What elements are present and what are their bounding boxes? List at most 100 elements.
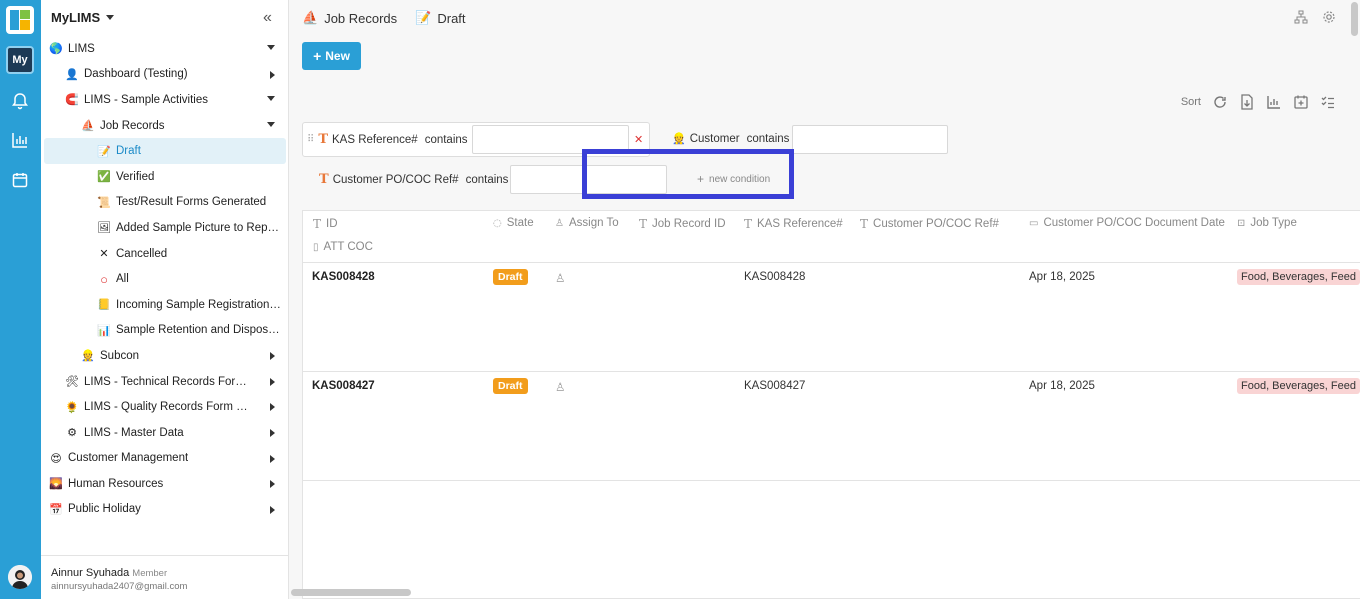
user-info[interactable]: Ainnur Syuhada Member ainnursyuhada2407@g… <box>41 555 289 599</box>
bell-icon[interactable] <box>11 92 29 110</box>
sidebar-item-incoming-sample-registration[interactable]: 📒 Incoming Sample Registration ... <box>41 292 289 318</box>
chevron-right-icon[interactable] <box>270 480 275 489</box>
column-job-type[interactable]: ⊡ Job Type <box>1237 217 1297 229</box>
calendar-add-icon[interactable] <box>1293 94 1309 110</box>
text-type-icon: T <box>639 217 648 231</box>
sidebar-item-human-resources[interactable]: 🌄 Human Resources <box>41 471 289 497</box>
sidebar-item-label: Incoming Sample Registration ... <box>116 298 281 311</box>
sidebar-item-label: LIMS - Sample Activities <box>84 93 208 106</box>
flask-icon: ⛵ <box>81 120 95 133</box>
refresh-icon[interactable] <box>1212 94 1228 110</box>
sort-button[interactable]: Sort <box>1181 96 1201 108</box>
column-job-record-id[interactable]: T Job Record ID <box>639 217 726 231</box>
check-icon: ✅ <box>97 171 111 184</box>
notebook-icon: 📒 <box>97 299 111 312</box>
gear-icon[interactable] <box>1322 10 1336 24</box>
hierarchy-icon[interactable] <box>1294 10 1308 24</box>
chevron-right-icon[interactable] <box>270 505 275 514</box>
main-area: ⛵ Job Records 📝 Draft + New Sort ⠿ T KAS… <box>289 0 1360 599</box>
chevron-right-icon[interactable] <box>270 428 275 437</box>
column-label: Assign To <box>568 217 619 229</box>
sidebar-item-lims-master-data[interactable]: ⚙ LIMS - Master Data <box>41 420 289 446</box>
breadcrumb-job-records[interactable]: Job Records <box>324 11 397 26</box>
circle-icon: ○ <box>100 271 108 287</box>
status-badge: Draft <box>493 269 528 285</box>
chevron-down-icon[interactable] <box>267 96 275 102</box>
chevron-down-icon[interactable] <box>267 45 275 50</box>
sidebar-item-lims[interactable]: 🌎 LIMS <box>41 36 289 62</box>
column-label: Customer PO/COC Ref# <box>873 218 999 230</box>
column-kas-reference[interactable]: T KAS Reference# <box>744 217 843 231</box>
filter-field-name[interactable]: Customer PO/COC Ref# <box>333 174 459 186</box>
filter-customer-label: 👷 Customer contains <box>672 132 790 146</box>
sidebar-item-label: Customer Management <box>68 452 189 465</box>
chevron-right-icon[interactable] <box>270 403 275 412</box>
remove-filter-icon[interactable]: ✕ <box>634 133 643 146</box>
filter-po-label: T Customer PO/COC Ref# contains <box>319 172 508 187</box>
chevron-right-icon[interactable] <box>270 377 275 386</box>
filter-field-name[interactable]: KAS Reference# <box>332 134 418 146</box>
column-label: KAS Reference# <box>757 218 843 230</box>
sidebar-item-lims-quality-records-form-qrf[interactable]: 🌻 LIMS - Quality Records Form (QRF) <box>41 394 289 420</box>
sidebar-item-job-records[interactable]: ⛵ Job Records <box>41 113 289 139</box>
sidebar-item-cancelled[interactable]: ✕ Cancelled <box>41 241 289 267</box>
app-rail: My <box>0 0 41 599</box>
chevron-right-icon[interactable] <box>270 70 275 79</box>
bar-chart-icon[interactable] <box>11 131 29 149</box>
drag-handle-icon[interactable]: ⠿ <box>307 134 314 145</box>
cell-kas-reference: KAS008427 <box>744 380 806 392</box>
column-customer-po-ref[interactable]: T Customer PO/COC Ref# <box>860 217 999 231</box>
sidebar-item-customer-management[interactable]: 😍 Customer Management <box>41 446 289 472</box>
column-label: ID <box>326 218 338 230</box>
user-icon: 👤 <box>65 68 79 81</box>
sidebar-item-lims-sample-activities[interactable]: 🧲 LIMS - Sample Activities <box>41 87 289 113</box>
calendar-icon[interactable] <box>11 171 29 189</box>
collapse-sidebar-icon[interactable]: « <box>263 9 272 27</box>
flask-icon: ⛵ <box>302 10 319 25</box>
chevron-down-icon[interactable] <box>267 121 275 127</box>
vertical-scrollbar[interactable] <box>1351 2 1358 36</box>
column-assign-to[interactable]: ♙ Assign To <box>555 217 619 229</box>
assign-person-icon[interactable]: ♙ <box>555 380 565 394</box>
filter-operator[interactable]: contains <box>747 133 790 145</box>
sidebar-item-sample-retention-and-disposal[interactable]: 📊 Sample Retention and Disposal... <box>41 318 289 344</box>
checklist-icon[interactable] <box>1320 94 1336 110</box>
sidebar-item-public-holiday[interactable]: 📅 Public Holiday <box>41 497 289 523</box>
table-row[interactable]: KAS008427 Draft ♙ KAS008427 Apr 18, 2025 Food… <box>303 372 1360 481</box>
new-button[interactable]: + New <box>302 42 361 70</box>
user-avatar[interactable] <box>8 565 32 589</box>
sidebar-item-verified[interactable]: ✅ Verified <box>41 164 289 190</box>
filter-operator[interactable]: contains <box>425 134 468 146</box>
chevron-right-icon[interactable] <box>270 352 275 361</box>
column-id[interactable]: T ID <box>313 217 338 231</box>
sidebar-item-draft[interactable]: 📝 Draft <box>44 138 286 164</box>
chart-icon[interactable] <box>1266 94 1282 110</box>
chevron-right-icon[interactable] <box>270 454 275 463</box>
sunflower-icon: 🌻 <box>65 401 79 414</box>
assign-person-icon[interactable]: ♙ <box>555 271 565 285</box>
column-label: State <box>506 217 534 229</box>
sidebar-item-added-sample-picture-to-repor[interactable]: 🖼 Added Sample Picture to Repor... <box>41 215 289 241</box>
sidebar-item-subcon[interactable]: 👷 Subcon <box>41 343 289 369</box>
cell-id[interactable]: KAS008427 <box>312 380 375 392</box>
sidebar-item-lims-technical-records-form-t[interactable]: 🛠 LIMS - Technical Records Form (T... <box>41 369 289 395</box>
filter-operator[interactable]: contains <box>466 174 509 186</box>
column-att-coc[interactable]: ▯ ATT COC <box>313 241 373 253</box>
horizontal-scrollbar[interactable] <box>291 589 411 596</box>
person-icon: 👷 <box>81 350 95 363</box>
my-workspace-button[interactable]: My <box>6 46 34 74</box>
table-row[interactable]: KAS008428 Draft ♙ KAS008428 Apr 18, 2025 Food… <box>303 263 1360 372</box>
sidebar-item-dashboard-testing[interactable]: 👤 Dashboard (Testing) <box>41 62 289 88</box>
breadcrumb-draft[interactable]: Draft <box>437 11 465 26</box>
filter-field-name[interactable]: Customer <box>690 133 740 145</box>
workspace-switcher[interactable]: MyLIMS <box>51 10 115 25</box>
column-state[interactable]: ◌ State <box>493 217 534 229</box>
column-customer-po-date[interactable]: ▭ Customer PO/COC Document Date <box>1029 217 1225 229</box>
filter-customer-input[interactable] <box>792 125 948 154</box>
download-file-icon[interactable] <box>1239 94 1255 110</box>
user-name: Ainnur Syuhada <box>51 567 130 579</box>
cell-id[interactable]: KAS008428 <box>312 271 375 283</box>
sidebar-item-all[interactable]: ○ All <box>41 266 289 292</box>
app-logo[interactable] <box>6 6 34 34</box>
sidebar-item-test-result-forms-generated[interactable]: 📜 Test/Result Forms Generated <box>41 190 289 216</box>
